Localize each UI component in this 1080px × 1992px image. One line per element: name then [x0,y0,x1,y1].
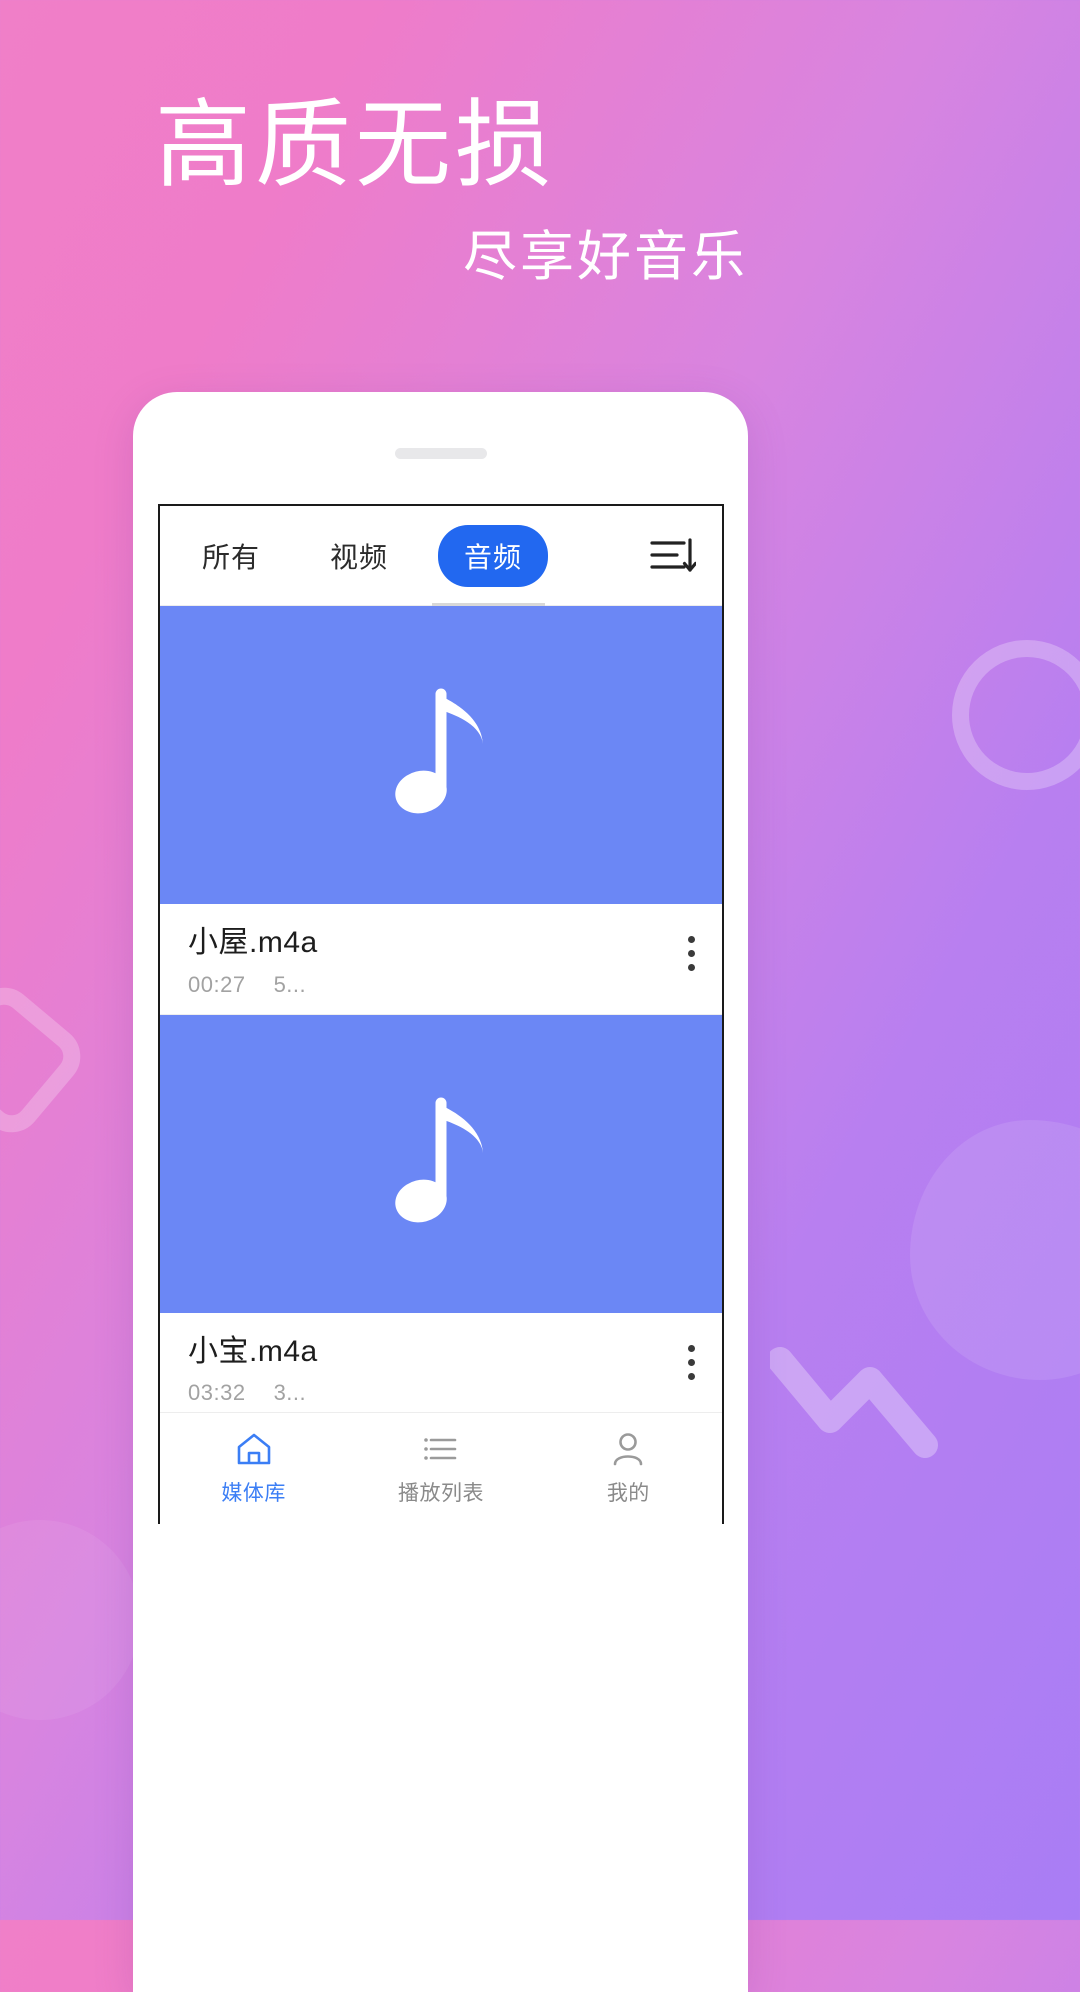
phone-speaker-grille [394,448,487,459]
more-dot [688,936,695,943]
tab-video[interactable]: 视频 [330,536,388,576]
more-vertical-icon[interactable] [688,1344,696,1387]
app-screen: 所有 视频 音频 小屋.m4a 00:27 5... 小宝.m4a 03:32 … [158,504,724,1524]
music-note-icon [395,1097,483,1222]
more-dot [688,1358,695,1366]
media-list[interactable]: 小屋.m4a 00:27 5... 小宝.m4a 03:32 3... [160,606,722,1412]
media-duration: 00:27 [188,971,246,997]
nav-label-profile: 我的 [606,1482,650,1505]
media-size: 3... [273,1380,307,1405]
page-subtitle: 尽享好音乐 [463,227,748,287]
nav-item-playlist[interactable]: 播放列表 [347,1430,534,1507]
page-title: 高质无损 [155,92,555,199]
media-duration: 03:32 [188,1380,246,1405]
media-subinfo: 03:32 3... [188,1380,694,1406]
decorative-blob-shape-2 [0,1520,140,1720]
media-thumbnail[interactable] [160,606,722,904]
media-meta: 小屋.m4a 00:27 5... [160,904,722,1015]
list-icon [424,1438,457,1460]
list-item[interactable]: 小宝.m4a 03:32 3... [160,1014,722,1413]
nav-label-playlist: 播放列表 [397,1482,484,1505]
decorative-square-shape [0,975,93,1145]
tab-all[interactable]: 所有 [202,536,260,576]
media-thumbnail[interactable] [160,1014,722,1313]
media-subinfo: 00:27 5... [188,972,694,998]
top-tab-bar: 所有 视频 音频 [160,506,722,606]
more-vertical-icon[interactable] [688,936,696,978]
nav-item-library[interactable]: 媒体库 [160,1430,347,1507]
nav-label-library: 媒体库 [221,1482,286,1505]
music-note-icon [395,688,483,814]
more-dot [688,964,695,971]
more-dot [688,950,695,957]
home-icon [237,1433,270,1465]
list-item[interactable]: 小屋.m4a 00:27 5... [160,606,722,1015]
media-meta: 小宝.m4a 03:32 3... [160,1313,722,1413]
nav-item-profile[interactable]: 我的 [535,1430,722,1507]
sort-descending-icon[interactable] [650,536,696,576]
phone-mockup: 所有 视频 音频 小屋.m4a 00:27 5... 小宝.m4a 03:32 … [133,392,748,1992]
person-icon [614,1433,643,1466]
decorative-ring-shape [938,626,1080,804]
bottom-navigation-bar: 媒体库 播放列表 我的 [160,1412,722,1524]
decorative-blob-shape [910,1120,1080,1380]
tab-indicator [432,603,545,606]
media-title: 小宝.m4a [188,1334,318,1368]
tab-audio[interactable]: 音频 [438,524,549,587]
more-dot [688,1372,695,1380]
media-size: 5... [273,971,307,997]
media-title: 小屋.m4a [188,926,318,959]
more-dot [688,1344,695,1352]
decorative-zigzag-shape [770,1347,938,1458]
